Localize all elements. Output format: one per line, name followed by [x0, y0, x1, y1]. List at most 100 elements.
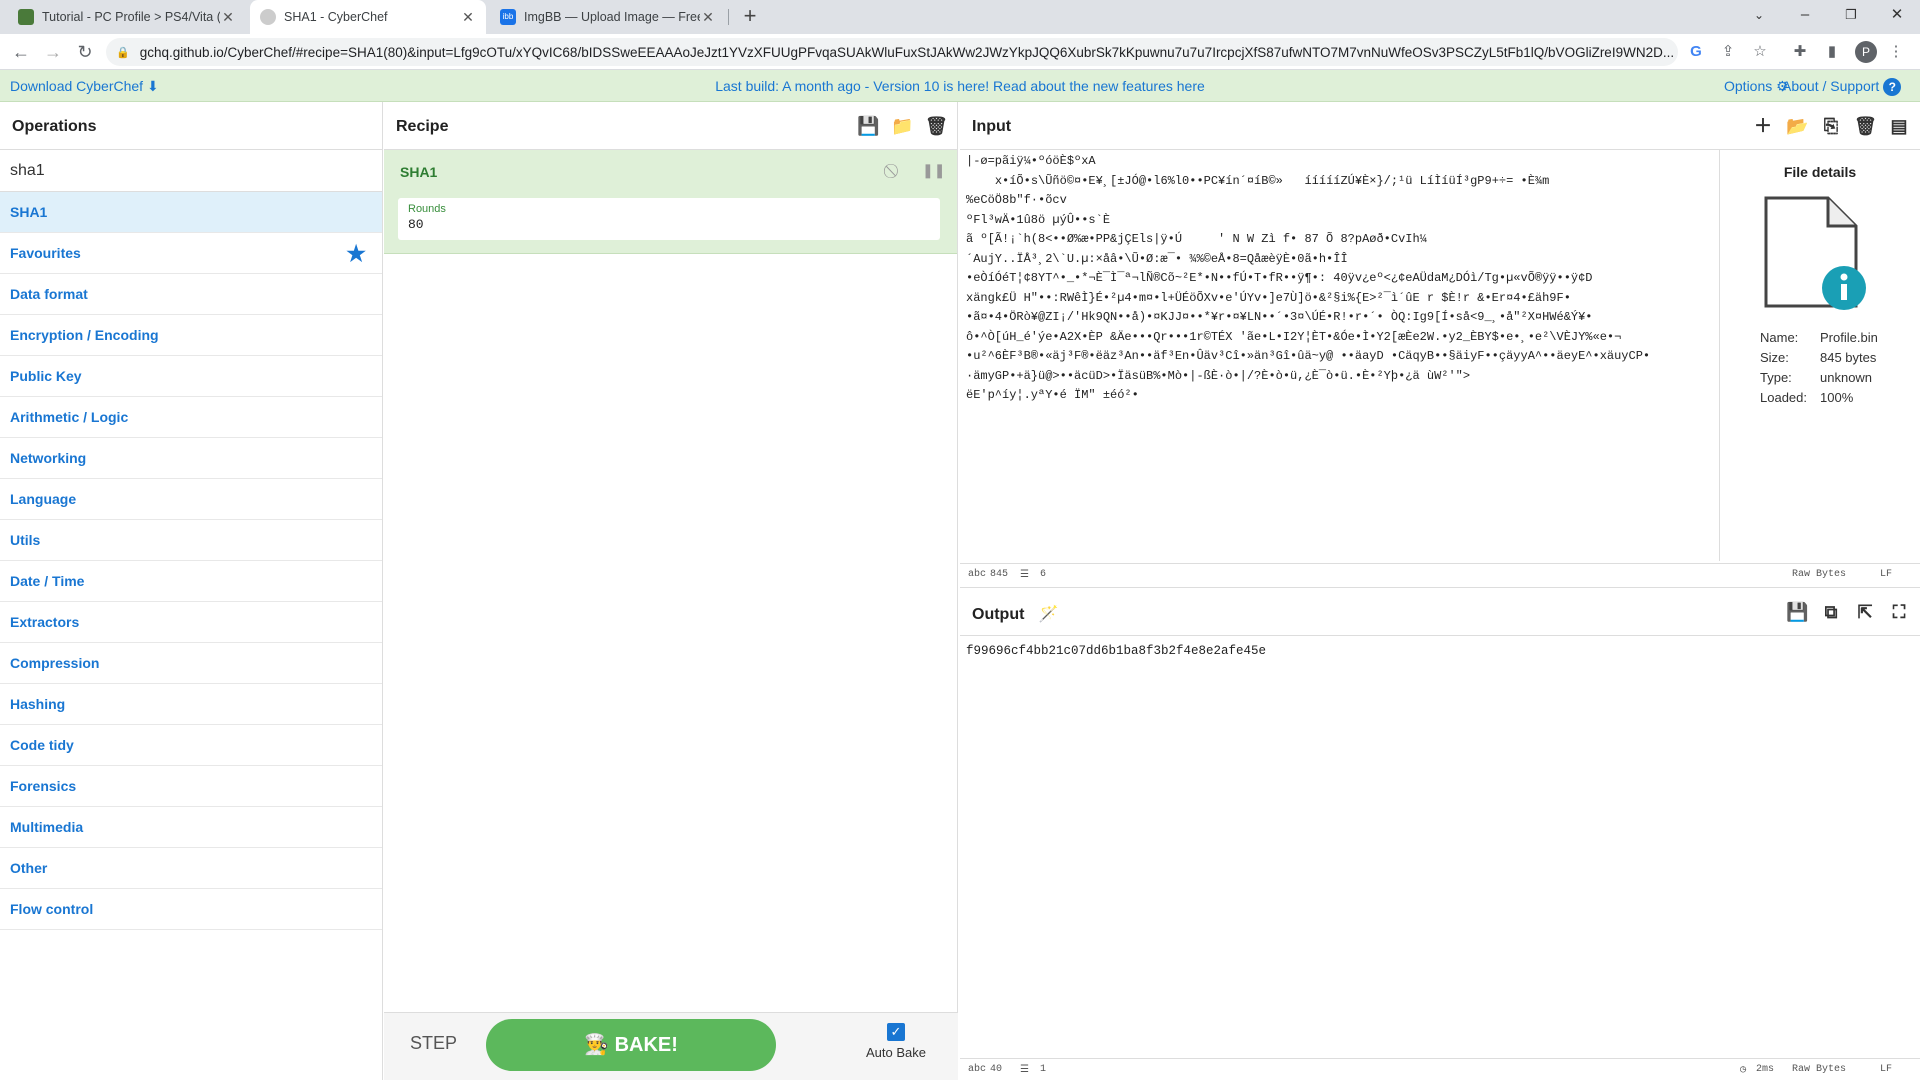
open-file-icon[interactable]: ⎘ — [1820, 115, 1842, 137]
auto-bake-toggle[interactable]: ✓ Auto Bake — [856, 1023, 936, 1060]
file-details-title: File details — [1783, 164, 1857, 180]
file-name-row: Name: Profile.bin — [1760, 330, 1878, 345]
file-document-icon — [1764, 196, 1866, 310]
file-loaded: 100% — [1820, 390, 1854, 405]
file-details-panel: File details Name: Profile.bin Size: 845 b… — [1719, 150, 1920, 561]
recipe-operation-sha1[interactable]: SHA1 ⃠ ❚❚ Rounds 80 — [384, 150, 957, 254]
close-tab-icon[interactable]: ✕ — [220, 9, 236, 26]
bake-controls: STEP 👨‍🍳 BAKE! ✓ Auto Bake — [384, 1012, 958, 1080]
minimize-button[interactable]: – — [1782, 0, 1828, 32]
file-name: Profile.bin — [1820, 330, 1878, 345]
rounds-field[interactable]: Rounds 80 — [398, 198, 940, 240]
category-favourites[interactable]: Favourites ★ — [0, 233, 382, 274]
operations-title: Operations — [0, 102, 382, 150]
download-icon: ⬇ — [146, 78, 159, 94]
auto-bake-label: Auto Bake — [866, 1045, 926, 1060]
reload-icon[interactable]: ↻ — [72, 40, 98, 64]
output-eol-selector[interactable]: LF — [1880, 1064, 1892, 1075]
category-public-key[interactable]: Public Key — [0, 356, 382, 397]
copy-output-icon[interactable]: ⧉ — [1820, 601, 1842, 623]
rounds-label: Rounds — [408, 203, 446, 215]
tab-tutorial[interactable]: Tutorial - PC Profile > PS4/Vita (F ✕ — [8, 0, 246, 34]
options-button[interactable]: Options ⚙ — [1724, 78, 1789, 95]
tab-cyberchef[interactable]: SHA1 - CyberChef ✕ — [250, 0, 486, 34]
op-item-sha1[interactable]: SHA1 — [0, 192, 382, 233]
url-text: gchq.github.io/CyberChef/#recipe=SHA1(80… — [139, 44, 1675, 60]
operations-search-input[interactable]: sha1 — [0, 150, 382, 192]
type-label: Type: — [1760, 370, 1792, 385]
new-tab-button[interactable]: + — [737, 4, 763, 30]
maximise-output-icon[interactable]: ⛶ — [1888, 601, 1910, 623]
name-label: Name: — [1760, 330, 1799, 345]
close-tab-icon[interactable]: ✕ — [460, 9, 476, 26]
imgbb-favicon: ibb — [500, 9, 516, 25]
close-tab-icon[interactable]: ✕ — [700, 9, 716, 26]
category-data-format[interactable]: Data format — [0, 274, 382, 315]
lock-icon: 🔒 — [116, 46, 130, 59]
save-recipe-icon[interactable]: 💾 — [857, 115, 879, 137]
category-forensics[interactable]: Forensics — [0, 766, 382, 807]
load-recipe-folder-icon[interactable]: 📁 — [891, 115, 913, 137]
tab-title: ImgBB — Upload Image — Free — [524, 10, 700, 24]
replace-input-icon[interactable]: ⇱ — [1854, 601, 1876, 623]
back-icon[interactable]: ← — [8, 40, 34, 64]
clear-input-trash-icon[interactable]: 🗑 — [1854, 115, 1877, 137]
clear-recipe-trash-icon[interactable]: 🗑 — [925, 115, 948, 137]
recipe-pane: Recipe 💾 📁 🗑 SHA1 ⃠ ❚❚ Rounds 80 STEP 👨‍… — [384, 102, 958, 1080]
tab-imgbb[interactable]: ibb ImgBB — Upload Image — Free ✕ — [490, 0, 726, 34]
breakpoint-pause-icon[interactable]: ❚❚ — [922, 162, 945, 179]
checkbox-checked-icon[interactable]: ✓ — [887, 1023, 905, 1041]
side-panel-icon[interactable]: ▮ — [1822, 42, 1842, 62]
google-translate-icon[interactable]: G — [1686, 42, 1706, 62]
share-icon[interactable]: ⇪ — [1718, 42, 1738, 62]
category-arithmetic-logic[interactable]: Arithmetic / Logic — [0, 397, 382, 438]
star-icon: ★ — [346, 241, 366, 266]
category-utils[interactable]: Utils — [0, 520, 382, 561]
profile-avatar[interactable]: P — [1855, 41, 1877, 63]
save-output-icon[interactable]: 💾 — [1786, 601, 1808, 623]
file-size: 845 bytes — [1820, 350, 1877, 365]
address-bar[interactable]: 🔒 gchq.github.io/CyberChef/#recipe=SHA1(… — [106, 38, 1678, 66]
add-tab-plus-icon[interactable]: ＋ — [1752, 115, 1774, 137]
output-text[interactable]: f99696cf4bb21c07dd6b1ba8f3b2f4e8e2afe45e — [966, 644, 1266, 658]
bake-time: 2ms — [1756, 1064, 1775, 1075]
category-extractors[interactable]: Extractors — [0, 602, 382, 643]
category-networking[interactable]: Networking — [0, 438, 382, 479]
step-button[interactable]: STEP — [410, 1033, 457, 1054]
menu-kebab-icon[interactable]: ⋮ — [1886, 42, 1906, 62]
input-eol-selector[interactable]: LF — [1880, 569, 1892, 580]
input-textarea[interactable]: |-ø=pãiÿ¼•ºóöÈ$ºxA x•íÕ•s\Ũñö©¤•E¥¸[±JÓ@… — [966, 152, 1684, 562]
loaded-label: Loaded: — [1760, 390, 1807, 405]
clock-icon: ◷ — [1740, 1065, 1747, 1076]
io-pane: Input ＋ 📂 ⎘ 🗑 ▤ |-ø=pãiÿ¼•ºóöÈ$ºxA x•íÕ•… — [960, 102, 1920, 1080]
category-language[interactable]: Language — [0, 479, 382, 520]
bookmark-star-icon[interactable]: ☆ — [1750, 42, 1770, 62]
category-encryption-encoding[interactable]: Encryption / Encoding — [0, 315, 382, 356]
forward-icon[interactable]: → — [40, 40, 66, 64]
close-window-button[interactable]: ✕ — [1874, 0, 1920, 32]
about-support-button[interactable]: About / Support? — [1782, 78, 1902, 97]
output-status-bar: abc 40 ☰ 1 ◷ 2ms Raw Bytes LF — [960, 1058, 1920, 1080]
category-other[interactable]: Other — [0, 848, 382, 889]
category-date-time[interactable]: Date / Time — [0, 561, 382, 602]
category-flow-control[interactable]: Flow control — [0, 889, 382, 930]
file-size-row: Size: 845 bytes — [1760, 350, 1876, 365]
category-multimedia[interactable]: Multimedia — [0, 807, 382, 848]
category-compression[interactable]: Compression — [0, 643, 382, 684]
magic-wand-icon[interactable]: 🪄 — [1039, 606, 1059, 623]
reset-layout-icon[interactable]: ▤ — [1888, 115, 1910, 137]
output-format-selector[interactable]: Raw Bytes — [1792, 1064, 1846, 1075]
tab-search-icon[interactable]: ⌄ — [1736, 0, 1782, 32]
category-hashing[interactable]: Hashing — [0, 684, 382, 725]
build-notice[interactable]: Last build: A month ago - Version 10 is … — [0, 78, 1920, 94]
extensions-icon[interactable]: ✚ — [1790, 42, 1810, 62]
bake-button[interactable]: 👨‍🍳 BAKE! — [486, 1019, 776, 1071]
input-format-selector[interactable]: Raw Bytes — [1792, 569, 1846, 580]
cyberchef-banner: Last build: A month ago - Version 10 is … — [0, 70, 1920, 102]
download-cyberchef-link[interactable]: Download CyberChef ⬇ — [10, 78, 159, 95]
size-label: Size: — [1760, 350, 1789, 365]
category-code-tidy[interactable]: Code tidy — [0, 725, 382, 766]
line-count-icon: ☰ — [1020, 1065, 1029, 1076]
open-folder-icon[interactable]: 📂 — [1786, 115, 1808, 137]
restore-button[interactable]: ❐ — [1828, 0, 1874, 32]
